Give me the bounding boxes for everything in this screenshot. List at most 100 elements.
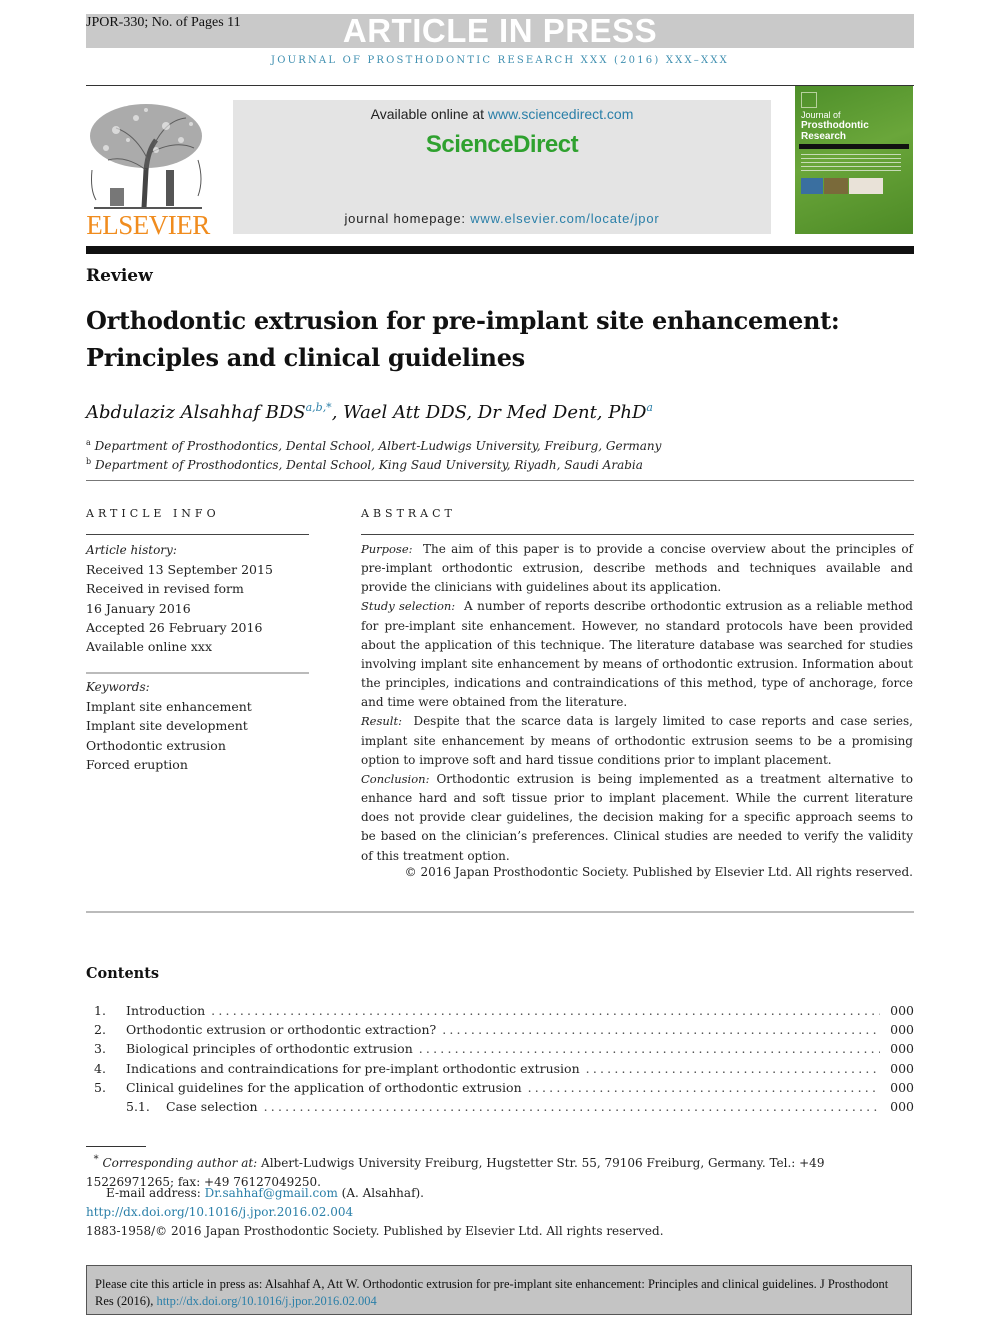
- cover-title-line1: Journal of: [801, 110, 841, 120]
- citation-doi-link[interactable]: http://dx.doi.org/10.1016/j.jpor.2016.02…: [156, 1294, 376, 1308]
- doi-footnote: http://dx.doi.org/10.1016/j.jpor.2016.02…: [86, 1203, 914, 1222]
- email-owner: (A. Alsahhaf).: [337, 1186, 424, 1200]
- toc-number: 5.1.: [126, 1098, 150, 1114]
- toc-item[interactable]: 1. Introduction..........................…: [86, 1003, 914, 1022]
- toc-leader: ........................................…: [418, 1041, 880, 1057]
- history-item: Available online xxx: [86, 639, 212, 655]
- article-title: Orthodontic extrusion for pre-implant si…: [86, 306, 840, 372]
- toc-page: 000: [890, 1022, 914, 1038]
- keywords-label: Keywords:: [86, 680, 150, 694]
- toc-page: 000: [890, 1079, 914, 1095]
- journal-homepage-link[interactable]: www.elsevier.com/locate/jpor: [470, 211, 659, 226]
- elsevier-wordmark: ELSEVIER: [86, 210, 210, 240]
- sciencedirect-link[interactable]: www.sciencedirect.com: [488, 106, 634, 122]
- abstract-body: Purpose: The aim of this paper is to pro…: [361, 540, 913, 866]
- footnote-mark: *: [93, 1154, 99, 1165]
- abstract-bottom-divider: [86, 911, 914, 913]
- abstract-text: Despite that the scarce data is largely …: [361, 714, 913, 767]
- issn-copyright-line: 1883-1958/© 2016 Japan Prosthodontic Soc…: [86, 1224, 664, 1238]
- toc-page: 000: [890, 1003, 914, 1018]
- toc-title: Case selection: [166, 1098, 258, 1114]
- cover-black-bar: [799, 144, 909, 149]
- keywords: Keywords: Implant site enhancement Impla…: [86, 678, 252, 774]
- abstract-label: Conclusion:: [361, 771, 430, 786]
- toc-leader: ........................................…: [442, 1022, 880, 1038]
- corresponding-label: Corresponding author at:: [102, 1156, 258, 1170]
- affiliation: a Department of Prosthodontics, Dental S…: [86, 438, 661, 453]
- journal-cover-image: Journal of Prosthodontic Research: [795, 86, 913, 234]
- citation-box: Please cite this article in press as: Al…: [86, 1265, 912, 1315]
- toc-item[interactable]: 5. Clinical guidelines for the applicatio…: [86, 1080, 914, 1099]
- journal-homepage-label: journal homepage:: [344, 211, 471, 226]
- history-item: 16 January 2016: [86, 600, 191, 616]
- affiliation-text: Department of Prosthodontics, Dental Sch…: [94, 458, 643, 472]
- email-footnote: E-mail address: Dr.sahhaf@gmail.com (A. …: [86, 1184, 914, 1203]
- toc-title: Biological principles of orthodontic ext…: [126, 1041, 413, 1057]
- cover-title-main: Prosthodontic Research: [801, 120, 869, 142]
- toc-title: Orthodontic extrusion or orthodontic ext…: [126, 1022, 437, 1038]
- contents-heading: Contents: [86, 965, 160, 982]
- author-separator: ,: [331, 402, 344, 423]
- abstract-text: The aim of this paper is to provide a co…: [361, 542, 913, 595]
- cover-emblem-icon: [801, 92, 817, 108]
- cover-thumbnail-3: [849, 178, 883, 194]
- toc-item[interactable]: 3. Biological principles of orthodontic e…: [86, 1041, 914, 1060]
- author-list: Abdulaziz Alsahhaf BDSa,b,*, Wael Att DD…: [86, 401, 653, 423]
- footnote-divider: [86, 1146, 146, 1147]
- email-link[interactable]: Dr.sahhaf@gmail.com: [205, 1186, 338, 1200]
- keyword: Forced eruption: [86, 756, 188, 772]
- abstract-label: Purpose:: [361, 542, 413, 556]
- keywords-divider: [86, 672, 309, 674]
- available-online-line: Available online at www.sciencedirect.co…: [233, 106, 771, 122]
- abstract-copyright: © 2016 Japan Prosthodontic Society. Publ…: [404, 865, 913, 879]
- history-item: Accepted 26 February 2016: [86, 619, 263, 635]
- sciencedirect-logo: ScienceDirect: [425, 131, 579, 158]
- abstract-section-result: Result: Despite that the scarce data is …: [361, 712, 913, 769]
- toc-leader: ........................................…: [585, 1060, 880, 1076]
- author-affiliation-marks[interactable]: a,b,*: [306, 401, 332, 414]
- abstract-text: Orthodontic extrusion is being implement…: [361, 771, 913, 863]
- cover-title-line2: Prosthodontic: [801, 120, 869, 131]
- author-affiliation-marks[interactable]: a: [646, 401, 653, 414]
- toc-title: Clinical guidelines for the application …: [126, 1079, 522, 1095]
- article-info-heading: ARTICLE INFO: [86, 507, 220, 520]
- affiliation-text: Department of Prosthodontics, Dental Sch…: [94, 439, 662, 453]
- cover-text-lines: [801, 154, 901, 172]
- doi-link[interactable]: http://dx.doi.org/10.1016/j.jpor.2016.02…: [86, 1205, 353, 1219]
- article-history: Article history: Received 13 September 2…: [86, 541, 273, 656]
- title-divider: [86, 480, 914, 481]
- abstract-section-purpose: Purpose: The aim of this paper is to pro…: [361, 540, 913, 597]
- affiliation-mark: b: [86, 457, 92, 466]
- history-item: Received in revised form: [86, 581, 244, 597]
- toc-number: 5.: [94, 1079, 106, 1095]
- toc-page: 000: [890, 1098, 914, 1114]
- article-info-divider: [86, 534, 309, 535]
- toc-number: 1.: [94, 1003, 106, 1018]
- toc-subitem[interactable]: 5.1. Case selection......................…: [86, 1099, 914, 1118]
- toc-number: 3.: [94, 1041, 106, 1057]
- abstract-divider: [361, 534, 914, 535]
- journal-homepage-line: journal homepage: www.elsevier.com/locat…: [233, 211, 771, 226]
- toc-number: 2.: [94, 1022, 106, 1038]
- available-online-label: Available online at: [370, 106, 488, 122]
- toc-item[interactable]: 4. Indications and contraindications for …: [86, 1061, 914, 1080]
- author-name: Abdulaziz Alsahhaf BDS: [86, 402, 306, 423]
- toc-title: Indications and contraindications for pr…: [126, 1060, 580, 1076]
- cover-thumbnail-2: [824, 178, 848, 194]
- abstract-section-conclusion: Conclusion: Orthodontic extrusion is bei…: [361, 770, 913, 866]
- toc-leader: ........................................…: [263, 1098, 880, 1114]
- article-history-label: Article history:: [86, 543, 177, 557]
- cover-thumbnail-1: [801, 178, 823, 194]
- affiliation-mark: a: [86, 438, 91, 447]
- keyword: Orthodontic extrusion: [86, 737, 226, 753]
- abstract-section-study-selection: Study selection: A number of reports des…: [361, 597, 913, 712]
- toc-item[interactable]: 2. Orthodontic extrusion or orthodontic e…: [86, 1022, 914, 1041]
- toc-number: 4.: [94, 1060, 106, 1076]
- banner-title: ARTICLE IN PRESS: [342, 12, 658, 49]
- history-item: Received 13 September 2015: [86, 562, 273, 578]
- toc-leader: ........................................…: [211, 1003, 880, 1018]
- masthead-divider: [86, 246, 914, 254]
- affiliation: b Department of Prosthodontics, Dental S…: [86, 457, 643, 472]
- abstract-label: Result:: [361, 714, 402, 729]
- keyword: Implant site development: [86, 718, 248, 734]
